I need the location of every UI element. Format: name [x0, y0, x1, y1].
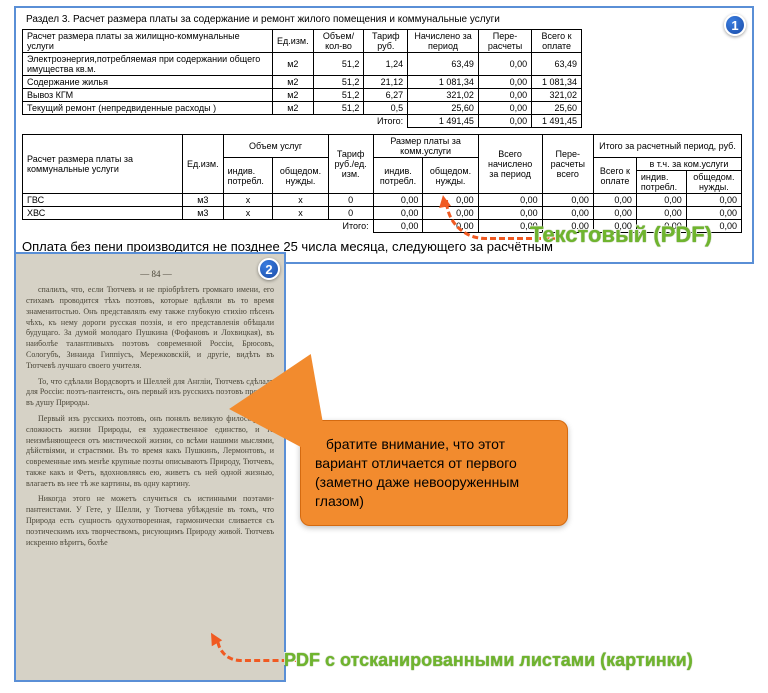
- section-title: Раздел 3. Расчет размера платы за содерж…: [26, 14, 746, 25]
- table-utilities: Расчет размера платы за коммунальные усл…: [22, 134, 742, 233]
- label-scan-pdf: PDF с отсканированными листами (картинки…: [284, 650, 693, 671]
- badge-1: 1: [724, 14, 746, 36]
- label-text-pdf: Текстовый (PDF): [530, 222, 712, 248]
- table-housing: Расчет размера платы за жилищно-коммунал…: [22, 29, 582, 128]
- arrowhead-icon: [437, 194, 451, 208]
- callout-note: Обратите внимание, что этот вариант отли…: [300, 420, 568, 526]
- scanned-page-text: — 84 — спалилъ, что, если Тютчевъ и не п…: [26, 268, 274, 670]
